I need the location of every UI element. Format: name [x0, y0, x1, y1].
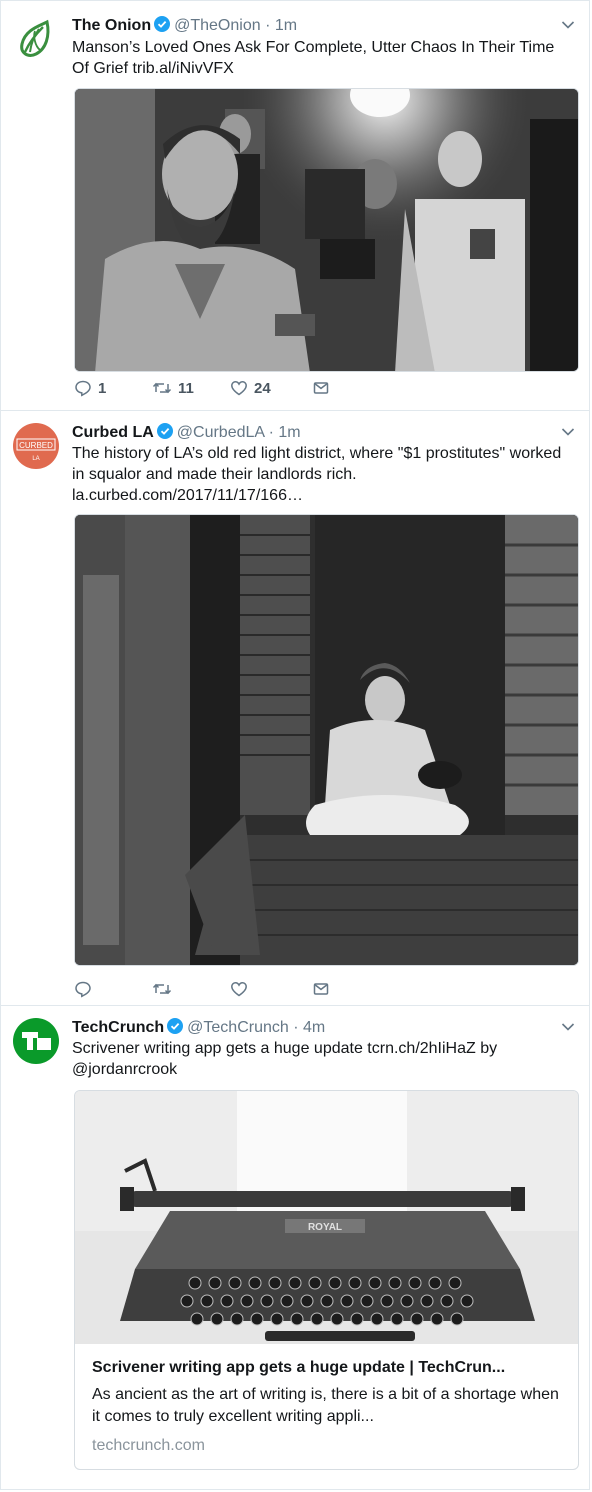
reply-count: 1	[98, 379, 107, 397]
timeline: The Onion @TheOnion · 1m Manson’s Loved O…	[0, 0, 590, 1490]
svg-text:LA: LA	[32, 456, 39, 462]
tweet-link[interactable]: trib.al/iNivVFX	[132, 60, 233, 77]
tweet-header: Curbed LA @CurbedLA · 1m	[72, 422, 549, 443]
link-card[interactable]: ROYAL Scrivener writing app gets a huge …	[74, 1090, 579, 1470]
tweet-actions	[74, 979, 330, 999]
display-name[interactable]: TechCrunch	[72, 1019, 164, 1036]
avatar[interactable]	[13, 1018, 59, 1064]
avatar[interactable]	[13, 16, 59, 62]
chevron-down-icon[interactable]	[561, 1022, 575, 1032]
reply-icon	[75, 981, 91, 998]
card-image: ROYAL	[75, 1091, 578, 1344]
retweet-icon	[152, 983, 172, 995]
reply-icon	[75, 380, 91, 397]
handle-and-time[interactable]: @TheOnion · 1m	[174, 17, 297, 34]
typewriter-image: ROYAL	[75, 1091, 578, 1344]
mention-link[interactable]: @jordanrcrook	[72, 1061, 177, 1078]
tweet-curbed-la[interactable]: CURBED LA Curbed LA @CurbedLA · 1m The hi…	[1, 411, 589, 1006]
chevron-down-icon[interactable]	[561, 427, 575, 437]
card-description: As ancient as the art of writing is, the…	[92, 1386, 559, 1425]
curbed-logo-icon: CURBED LA	[16, 438, 56, 462]
reply-button[interactable]	[74, 980, 152, 998]
retweet-button[interactable]: 11	[152, 379, 230, 397]
tweet-text: Scrivener writing app gets a huge update…	[72, 1040, 498, 1078]
photo-image	[75, 89, 578, 371]
techcrunch-logo-icon	[22, 1032, 51, 1050]
dm-icon	[313, 382, 329, 394]
card-title[interactable]: Scrivener writing app gets a huge update…	[92, 1359, 564, 1377]
like-count: 24	[254, 379, 271, 397]
retweet-button[interactable]	[152, 980, 230, 998]
tweet-link[interactable]: la.curbed.com/2017/11/17/166…	[72, 487, 303, 504]
like-icon	[231, 381, 247, 396]
tweet-header: The Onion @TheOnion · 1m	[72, 15, 549, 36]
photo-image	[75, 515, 578, 965]
handle-and-time[interactable]: @TechCrunch · 4m	[187, 1019, 325, 1036]
display-name[interactable]: Curbed LA	[72, 424, 154, 441]
tweet-text: Manson’s Loved Ones Ask For Complete, Ut…	[72, 39, 555, 77]
retweet-icon	[152, 382, 172, 394]
tweet-actions: 1 11 24	[74, 378, 330, 398]
verified-icon	[167, 1018, 184, 1034]
tweet-header: TechCrunch @TechCrunch · 4m	[72, 1017, 549, 1038]
handle-and-time[interactable]: @CurbedLA · 1m	[177, 424, 301, 441]
dm-icon	[313, 983, 329, 995]
like-button[interactable]	[230, 980, 312, 998]
avatar[interactable]: CURBED LA	[13, 423, 59, 469]
tweet-techcrunch[interactable]: TechCrunch @TechCrunch · 4m Scrivener wri…	[1, 1006, 589, 1491]
chevron-down-icon[interactable]	[561, 20, 575, 30]
retweet-count: 11	[178, 379, 194, 397]
svg-text:ROYAL: ROYAL	[308, 1222, 342, 1233]
svg-text:CURBED: CURBED	[19, 441, 53, 450]
tweet-the-onion[interactable]: The Onion @TheOnion · 1m Manson’s Loved O…	[1, 1, 589, 411]
like-button[interactable]: 24	[230, 379, 312, 397]
dm-button[interactable]	[312, 379, 330, 397]
display-name[interactable]: The Onion	[72, 17, 151, 34]
verified-icon	[154, 16, 171, 32]
tweet-text: The history of LA’s old red light distri…	[72, 445, 562, 504]
verified-icon	[156, 423, 173, 439]
onion-logo-icon	[20, 19, 50, 57]
like-icon	[231, 982, 247, 997]
tweet-link[interactable]: tcrn.ch/2hIiHaZ	[367, 1040, 475, 1057]
tweet-photo[interactable]	[74, 514, 579, 966]
card-domain: techcrunch.com	[92, 1437, 205, 1454]
tweet-photo[interactable]	[74, 88, 579, 372]
dm-button[interactable]	[312, 980, 330, 998]
reply-button[interactable]: 1	[74, 379, 152, 397]
